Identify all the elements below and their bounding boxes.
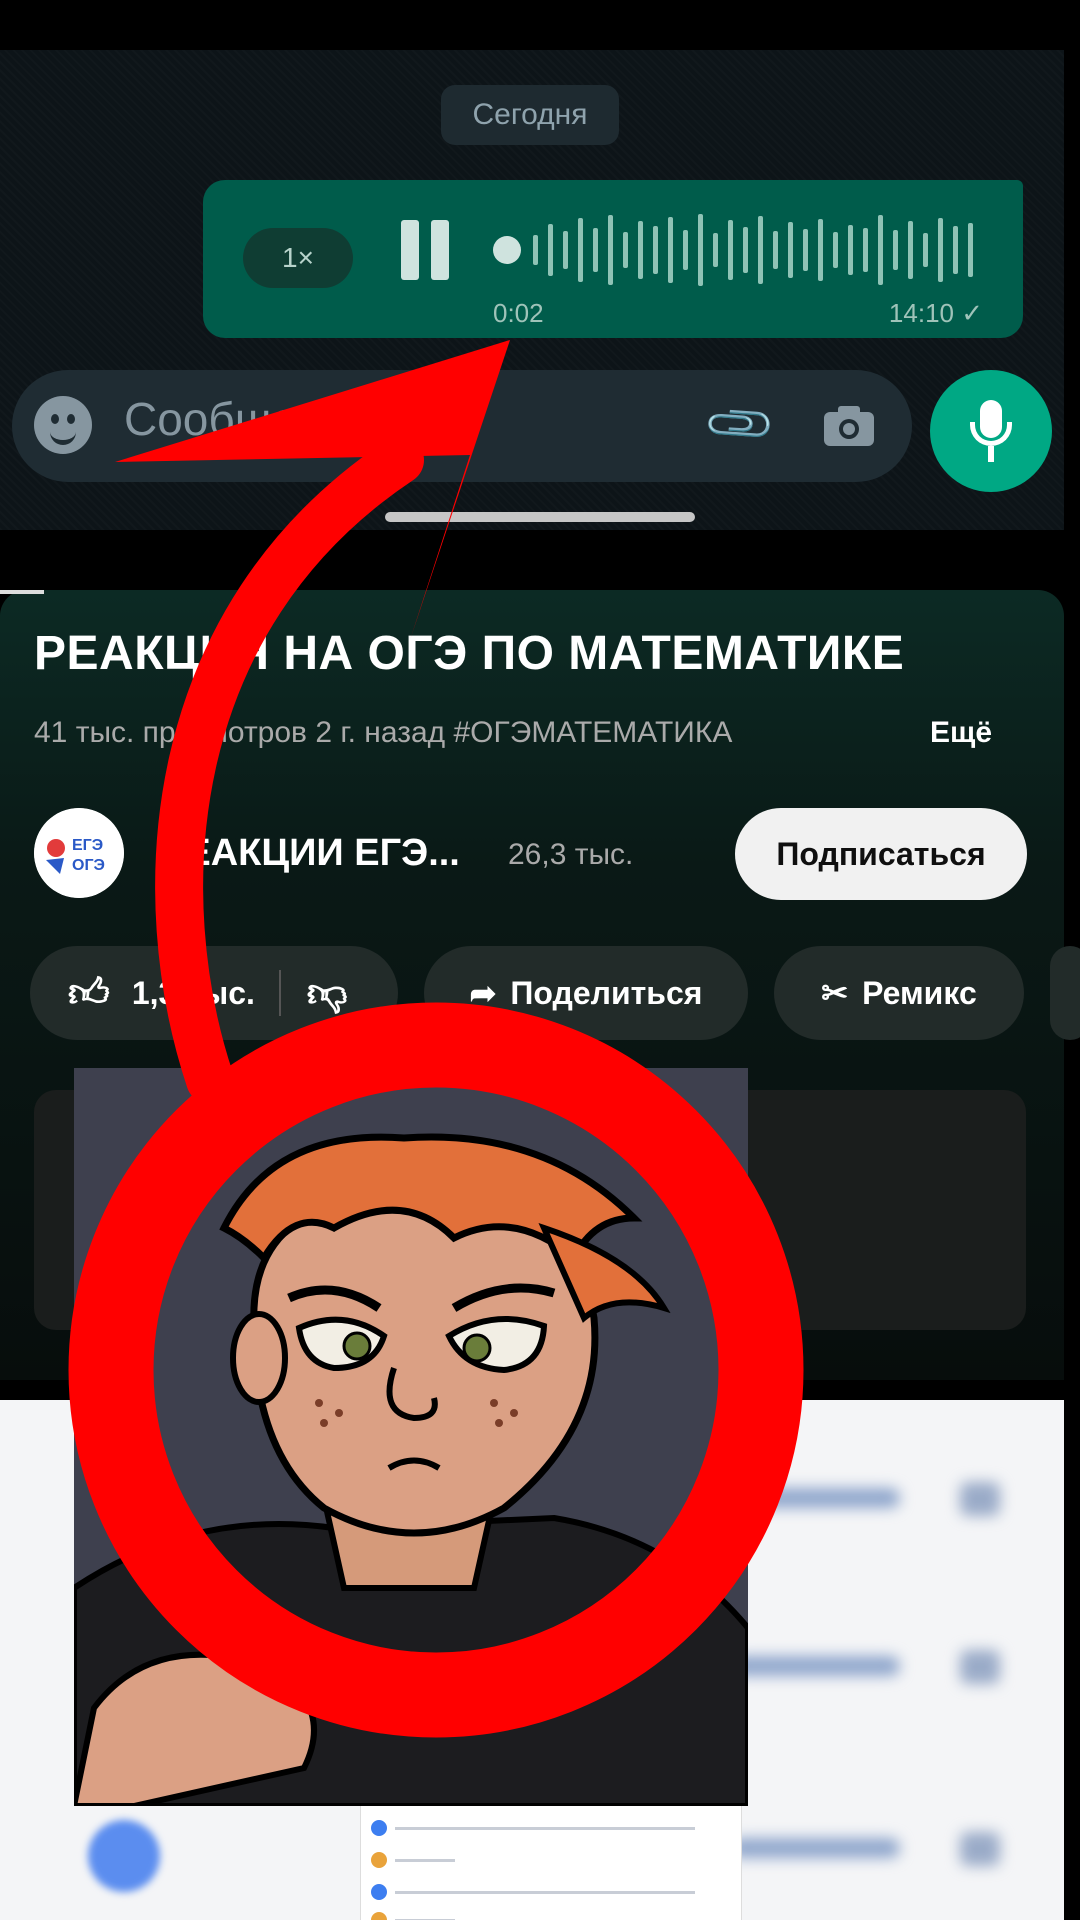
subscriber-count: 26,3 тыс. [508, 838, 634, 871]
avatar [88, 1820, 160, 1892]
remix-label: Ремикс [862, 974, 977, 1011]
video-meta[interactable]: 41 тыс. просмотров 2 г. назад #ОГЭМАТЕМА… [34, 716, 732, 750]
waveform-bar [788, 222, 793, 278]
voice-waveform[interactable] [493, 208, 983, 292]
message-sent-time: 14:10 ✓ [888, 298, 983, 328]
waveform-bar [773, 231, 778, 269]
divider [278, 970, 281, 1016]
waveform-bar [818, 219, 823, 281]
waveform-bar [728, 220, 733, 280]
cartoon-character-image [74, 1068, 748, 1806]
waveform-bar [968, 223, 973, 277]
share-label: Поделиться [510, 974, 703, 1011]
date-separator: Сегодня [441, 85, 619, 145]
channel-name[interactable]: РЕАКЦИИ ЕГЭ... [160, 832, 460, 875]
message-input-bar[interactable]: Сообщение 📎 [12, 370, 912, 482]
waveform-bar [743, 227, 748, 273]
voice-message-bubble[interactable]: 1× 0:02 14:10 ✓ [203, 180, 1023, 338]
remix-button[interactable]: ✂ Ремикс [774, 946, 1024, 1040]
like-count: 1,3 тыс. [131, 974, 255, 1011]
playback-speed-button[interactable]: 1× [243, 228, 353, 288]
waveform-bar [593, 228, 598, 272]
waveform-bar [668, 217, 673, 283]
paperclip-icon[interactable]: 📎 [701, 385, 778, 462]
waveform-bar [638, 221, 643, 279]
waveform-bar [848, 225, 853, 275]
messenger-panel: Сегодня 1× 0:02 14:10 ✓ Сообщение 📎 [0, 50, 1064, 530]
remix-icon: ✂ [821, 975, 849, 1011]
waveform-bar [578, 218, 583, 282]
waveform-bar [533, 235, 538, 265]
waveform-bar [653, 226, 658, 274]
waveform-bar [623, 232, 628, 268]
waveform-bar [548, 224, 553, 276]
waveform-bar [953, 226, 958, 274]
waveform-bar [608, 215, 613, 285]
waveform-bar [923, 233, 928, 267]
waveform-bar [698, 214, 703, 286]
subscribe-button[interactable]: Подписаться [735, 808, 1027, 900]
waveform-bar [683, 230, 688, 270]
avatar-logo-bottom: ОГЭ [72, 857, 105, 874]
video-progress [0, 590, 44, 594]
share-icon: ➦ [469, 975, 497, 1011]
thumbs-down-icon[interactable]: 👎︎ [307, 969, 348, 1017]
channel-avatar[interactable]: ЕГЭ ОГЭ [34, 808, 124, 898]
waveform-bar [833, 232, 838, 268]
like-dislike-chip[interactable]: 👍︎ 1,3 тыс. 👎︎ [30, 946, 398, 1040]
emoji-icon[interactable] [34, 396, 92, 454]
share-button[interactable]: ➦ Поделиться [424, 946, 748, 1040]
waveform-bar [803, 229, 808, 271]
waveform-bar [938, 218, 943, 282]
voice-elapsed-time: 0:02 [493, 298, 544, 328]
thumbs-up-icon[interactable]: 👍︎ [68, 969, 110, 1017]
home-indicator [385, 512, 695, 522]
waveform-bar [563, 231, 568, 269]
waveform-bar [863, 228, 868, 272]
message-input[interactable]: Сообщение [124, 392, 374, 446]
video-title[interactable]: РЕАКЦИЯ НА ОГЭ ПО МАТЕМАТИКЕ [34, 626, 904, 681]
avatar-logo-top: ЕГЭ [72, 837, 103, 854]
more-actions-chip[interactable] [1050, 946, 1080, 1040]
waveform-bar [878, 215, 883, 285]
waveform-bar [713, 233, 718, 267]
waveform-bar [758, 216, 763, 284]
pause-icon[interactable] [401, 220, 455, 280]
camera-icon[interactable] [822, 404, 876, 448]
waveform-bar [893, 230, 898, 270]
waveform-bar [908, 221, 913, 279]
microphone-icon[interactable] [930, 370, 1052, 492]
more-link[interactable]: Ещё [930, 716, 992, 750]
embedded-screenshot [360, 1800, 742, 1920]
